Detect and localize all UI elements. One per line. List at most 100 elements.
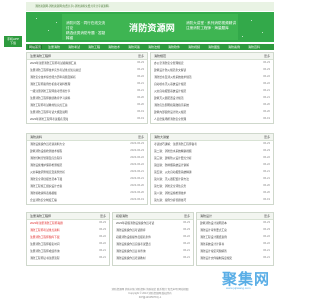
list-item-title[interactable]: 消防给水及消火栓系统技术规范 xyxy=(154,75,192,79)
list-item-title[interactable]: 消防系统设计计算书 xyxy=(200,242,224,246)
list-item-title[interactable]: 消防安全评估报告范本下载 xyxy=(30,177,62,181)
list-item[interactable]: 第六讲：灭火器配置计算方法 06-21 xyxy=(154,177,270,181)
list-item-title[interactable]: 第九讲：案例分析答题技巧 xyxy=(154,198,186,202)
list-item[interactable]: 消防设施操作员实操考试要点 06-22 xyxy=(116,242,190,246)
list-item-title[interactable]: 注册消防工程师报名时间 xyxy=(30,242,60,246)
list-item[interactable]: 一级注册消防工程师备考经验分享 06-21 xyxy=(30,89,144,93)
list-item[interactable]: 消防设施操作员考试题库 06-23 xyxy=(116,228,190,232)
list-item[interactable]: 消防工程设计图纸案例 06-22 xyxy=(200,235,270,239)
list-item[interactable]: 消防设施维护保养检测规范 2023-06-22 xyxy=(30,163,144,167)
list-item[interactable]: 消防设计文件编制深度规定 06-21 xyxy=(200,256,270,260)
list-item[interactable]: 消防工程师案例分析备考资料整理 06-21 xyxy=(30,82,144,86)
list-item-title[interactable]: 第五讲：火灾自动报警系统精讲 xyxy=(154,170,192,174)
list-item[interactable]: 注册消防工程师成绩查询 06-21 xyxy=(30,249,106,253)
list-item-title[interactable]: 消防安全技术综合能力历年真题及解析 xyxy=(30,75,76,79)
list-item[interactable]: 消防工程师考试教材知识点汇总 06-20 xyxy=(30,103,144,107)
nav-item[interactable]: 消防工程 xyxy=(88,45,100,49)
list-item-title[interactable]: 2023年注册消防工程师考试模拟题汇总 xyxy=(30,61,76,65)
list-item[interactable]: 消防系统设计计算书 06-22 xyxy=(200,242,270,246)
list-item-title[interactable]: 第二讲：消防给水系统精讲视频 xyxy=(154,149,192,153)
list-item-title[interactable]: 自动喷水灭火系统设计规范 xyxy=(154,82,186,86)
list-item-title[interactable]: 消防设施操作员考试题库 xyxy=(116,228,146,232)
list-item[interactable]: 消防控制室管理及应急程序 2023-06-22 xyxy=(30,156,144,160)
list-item[interactable]: 消防工程施工组织设计方案 2023-06-20 xyxy=(30,184,144,188)
list-item[interactable]: 自动喷水灭火系统设计规范 06-22 xyxy=(154,82,270,86)
list-item-title[interactable]: 注册消防工程师题库下载 xyxy=(30,235,60,239)
list-item[interactable]: 消防安全评估报告范本下载 2023-06-21 xyxy=(30,177,144,181)
list-item-title[interactable]: 消防工程施工组织设计方案 xyxy=(30,184,62,188)
nav-item[interactable]: 消防图集 xyxy=(208,45,220,49)
list-item[interactable]: 消防设计审查要点汇总 06-23 xyxy=(200,228,270,232)
list-item-title[interactable]: 建筑内部装修设计防火规范 xyxy=(154,110,186,114)
list-item-title[interactable]: 第四讲：防排烟系统设计讲解 xyxy=(154,163,189,167)
nav-item[interactable]: 消防考试 xyxy=(68,45,80,49)
list-item-title[interactable]: 消防工程师证书注册流程 xyxy=(30,256,60,260)
list-item[interactable]: 第八讲：消防设施检测技术 06-20 xyxy=(154,191,270,195)
list-item-title[interactable]: 消防验收资料表格模板 xyxy=(30,191,57,195)
list-item-title[interactable]: 2023年消防工程师考试报名须知 xyxy=(30,117,68,121)
list-item-title[interactable]: 消防应急照明和疏散指示系统 xyxy=(154,103,189,107)
panel-more-link[interactable]: 更多 xyxy=(138,135,144,139)
list-item-title[interactable]: 火灾事故调查规定及案例分析 xyxy=(30,170,65,174)
list-item-title[interactable]: 消防设施操作员培训资料大全 xyxy=(30,142,65,146)
list-item[interactable]: 第三讲：建筑防火设计要点分析 06-22 xyxy=(154,156,270,160)
list-item[interactable]: 火灾事故调查规定及案例分析 2023-06-21 xyxy=(30,170,144,174)
panel-more-link[interactable]: 更多 xyxy=(264,135,270,139)
list-item-title[interactable]: 注册消防工程师技术实务考试重点知识总结 xyxy=(30,68,81,72)
nav-item[interactable]: 消防技术 xyxy=(108,45,120,49)
list-item[interactable]: 2023年消防工程师考试报名须知 06-19 xyxy=(30,117,144,121)
list-item-title[interactable]: 建筑设计防火规范条文解读 xyxy=(154,68,186,72)
list-item-title[interactable]: 2023年初级消防设施操作员考试 xyxy=(116,221,154,225)
list-item[interactable]: 2023年注册消防工程师考试模拟题汇总 06-23 xyxy=(30,61,144,65)
list-item[interactable]: 第七讲：消防安全评估实务 06-20 xyxy=(154,184,270,188)
list-item-title[interactable]: 消防控制室管理及应急程序 xyxy=(30,156,62,160)
list-item-title[interactable]: 注册消防工程师考试大纲及说明 xyxy=(30,110,68,114)
nav-item[interactable]: 注册消防 xyxy=(48,45,60,49)
list-item[interactable]: 消防应急照明和疏散指示系统 06-20 xyxy=(154,103,270,107)
list-item-title[interactable]: 消防设施维护保养检测规范 xyxy=(30,163,62,167)
list-item-title[interactable]: 建筑消防设计说明范本 xyxy=(200,221,227,225)
list-item-title[interactable]: 消防工程设计图纸案例 xyxy=(200,235,227,239)
list-item[interactable]: 建筑消防设计说明范本 06-23 xyxy=(200,221,270,225)
list-item-title[interactable]: 建筑灭火器配置设计规范 xyxy=(154,96,184,100)
list-item[interactable]: 建筑灭火器配置设计规范 06-21 xyxy=(154,96,270,100)
list-item[interactable]: 注册消防工程师技术实务考试重点知识总结 06-23 xyxy=(30,68,144,72)
list-item-title[interactable]: 考试技巧讲解：注册消防工程师备考 xyxy=(154,142,197,146)
nav-item[interactable]: 消防软件 xyxy=(168,45,180,49)
list-item-title[interactable]: 火灾自动报警系统设计规范 xyxy=(154,89,186,93)
list-item[interactable]: 第四讲：防排烟系统设计讲解 06-22 xyxy=(154,163,270,167)
list-item[interactable]: 消防设计常见问题解答 06-21 xyxy=(200,249,270,253)
list-item-title[interactable]: 消防设施操作员证书查询 xyxy=(116,249,146,253)
list-item[interactable]: 消防安全技术综合能力历年真题及解析 06-22 xyxy=(30,75,144,79)
nav-item[interactable]: 消防视频 xyxy=(188,45,200,49)
list-item-title[interactable]: 第六讲：灭火器配置计算方法 xyxy=(154,177,189,181)
list-item-title[interactable]: 人员密集场所消防安全管理 xyxy=(154,117,186,121)
nav-item[interactable]: 网站首页 xyxy=(28,45,43,49)
panel-more-link[interactable]: 更多 xyxy=(264,214,270,218)
list-item[interactable]: 消防工程师考试重点资料 06-23 xyxy=(30,228,106,232)
list-item[interactable]: 注册消防工程师继续教育学习资料 06-20 xyxy=(30,96,144,100)
list-item[interactable]: 办公室消防安全管理规定 06-23 xyxy=(154,61,270,65)
list-item-title[interactable]: 一级注册消防工程师备考经验分享 xyxy=(30,89,70,93)
list-item-title[interactable]: 建筑消防设施检测技术规程 xyxy=(30,149,62,153)
list-item-title[interactable]: 消防工程师案例分析备考资料整理 xyxy=(30,82,70,86)
list-item[interactable]: 建筑消防设施检测技术规程 2023-06-23 xyxy=(30,149,144,153)
panel-more-link[interactable]: 更多 xyxy=(138,54,144,58)
list-item[interactable]: 火灾自动报警系统设计规范 06-21 xyxy=(154,89,270,93)
list-item[interactable]: 注册消防工程师报名时间 06-22 xyxy=(30,242,106,246)
list-item[interactable]: 人员密集场所消防安全管理 06-19 xyxy=(154,117,270,121)
nav-item[interactable]: 消防问答 xyxy=(128,45,140,49)
list-item-title[interactable]: 注册消防工程师继续教育学习资料 xyxy=(30,96,70,100)
list-item-title[interactable]: 消防设计常见问题解答 xyxy=(200,249,227,253)
panel-more-link[interactable]: 更多 xyxy=(100,214,106,218)
list-item-title[interactable]: 消防设计审查要点汇总 xyxy=(200,228,227,232)
list-item[interactable]: 建筑内部装修设计防火规范 06-20 xyxy=(154,110,270,114)
list-item-title[interactable]: 第三讲：建筑防火设计要点分析 xyxy=(154,156,192,160)
list-item-title[interactable]: 消防工程师考试教材知识点汇总 xyxy=(30,103,68,107)
list-item-title[interactable]: 消防设施操作员培训教材 xyxy=(116,256,146,260)
list-item[interactable]: 2023年注册消防工程师真题 06-23 xyxy=(30,221,106,225)
nav-item[interactable]: 消防百科 xyxy=(248,45,260,49)
list-item-title[interactable]: 消防设施操作员实操考试要点 xyxy=(116,242,151,246)
list-item[interactable]: 第五讲：火灾自动报警系统精讲 06-21 xyxy=(154,170,270,174)
list-item[interactable]: 注册消防工程师考试大纲及说明 06-19 xyxy=(30,110,144,114)
